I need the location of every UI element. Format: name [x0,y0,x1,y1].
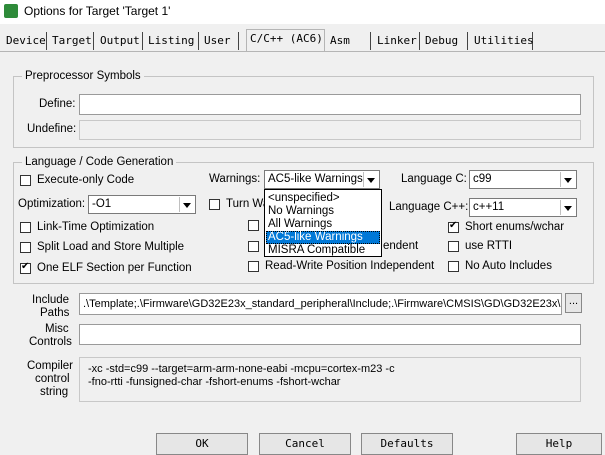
preprocessor-legend: Preprocessor Symbols [22,70,144,82]
compiler-label-2: control [35,373,70,385]
language-cpp-chevron-down-icon[interactable] [560,200,575,215]
tab-device[interactable]: Device [3,32,47,50]
tab-strip: Device Target Output Listing User C/C++ … [0,29,605,52]
link-time-label: Link-Time Optimization [37,221,155,233]
warnings-option-no-warnings[interactable]: No Warnings [266,205,380,218]
tab-utilities[interactable]: Utilities [471,32,534,50]
undefine-input[interactable] [79,120,581,140]
warnings-label: Warnings: [209,173,261,185]
define-input[interactable] [79,94,581,115]
tab-debug[interactable]: Debug [422,32,468,50]
mid-checkbox-3[interactable] [248,241,259,252]
split-load-checkbox[interactable] [20,242,31,253]
app-icon [4,4,18,18]
compiler-control-string: -xc -std=c99 --target=arm-arm-none-eabi … [79,357,581,402]
misc-controls-label-2: Controls [29,336,72,348]
one-elf-checkbox[interactable] [20,261,31,274]
tab-user[interactable]: User [201,32,239,50]
language-c-label: Language C: [401,173,467,185]
language-c-value: c99 [473,173,492,185]
include-paths-value: .\Template;.\Firmware\GD32E23x_standard_… [83,298,562,310]
turn-warnings-checkbox[interactable] [209,199,220,210]
use-rtti-checkbox[interactable] [448,241,459,252]
mid-checkbox-2[interactable] [248,220,259,231]
window-title: Options for Target 'Target 1' [24,4,171,18]
optimization-select[interactable]: -O1 [88,195,196,214]
tab-output[interactable]: Output [97,32,143,50]
one-elf-label: One ELF Section per Function [37,262,192,274]
optimization-value: -O1 [92,198,112,210]
compiler-line-2: -fno-rtti -funsigned-char -fshort-enums … [88,376,341,388]
misc-controls-label-1: Misc [45,323,69,335]
short-enums-label: Short enums/wchar [465,221,565,233]
language-c-chevron-down-icon[interactable] [560,172,575,187]
warnings-option-ac5-like[interactable]: AC5-like Warnings [266,231,380,244]
include-paths-label-2: Paths [40,307,70,319]
warnings-option-misra[interactable]: MISRA Compatible [266,244,380,257]
warnings-value: AC5-like Warnings [268,173,363,185]
link-time-checkbox[interactable] [20,222,31,233]
tab-asm[interactable]: Asm [327,32,371,50]
execute-only-label: Execute-only Code [37,174,135,186]
warnings-chevron-down-icon[interactable] [363,172,378,187]
language-cpp-select[interactable]: c++11 [469,198,577,217]
misc-controls-input[interactable] [79,324,581,345]
compiler-label-1: Compiler [27,360,74,372]
include-paths-browse-button[interactable]: ... [565,293,582,313]
warnings-select[interactable]: AC5-like Warnings [264,170,380,189]
language-cpp-value: c++11 [473,201,505,213]
optimization-label: Optimization: [18,198,86,210]
warnings-option-all-warnings[interactable]: All Warnings [266,218,380,231]
tab-cc-ac6[interactable]: C/C++ (AC6) [246,29,325,51]
short-enums-checkbox[interactable] [448,220,459,233]
optimization-chevron-down-icon[interactable] [179,197,194,212]
execute-only-checkbox[interactable] [20,175,31,186]
rw-position-label: Read-Write Position Independent [265,260,435,272]
split-load-label: Split Load and Store Multiple [37,241,185,253]
codegen-legend: Language / Code Generation [22,156,177,168]
compiler-label-3: string [40,386,69,398]
include-paths-input[interactable]: .\Template;.\Firmware\GD32E23x_standard_… [79,293,562,315]
compiler-line-1: -xc -std=c99 --target=arm-arm-none-eabi … [88,363,395,375]
warnings-option-unspecified[interactable]: <unspecified> [266,192,380,205]
tab-panel-border [0,51,605,52]
turn-warnings-label: Turn Wa [226,198,270,210]
tab-target[interactable]: Target [49,32,94,50]
define-label: Define: [39,98,76,110]
use-rtti-label: use RTTI [465,240,513,252]
tab-linker[interactable]: Linker [374,32,420,50]
mid-checkbox-3-label: endent [383,240,419,252]
warnings-dropdown-list: <unspecified> No Warnings All Warnings A… [264,189,382,257]
language-c-select[interactable]: c99 [469,170,577,189]
no-auto-includes-checkbox[interactable] [448,261,459,272]
rw-position-checkbox[interactable] [248,261,259,272]
undefine-label: Undefine: [27,123,77,135]
no-auto-includes-label: No Auto Includes [465,260,552,272]
language-cpp-label: Language C++: [389,201,469,213]
include-paths-label-1: Include [32,294,70,306]
title-bar: Options for Target 'Target 1' [0,0,605,24]
tab-listing[interactable]: Listing [145,32,199,50]
